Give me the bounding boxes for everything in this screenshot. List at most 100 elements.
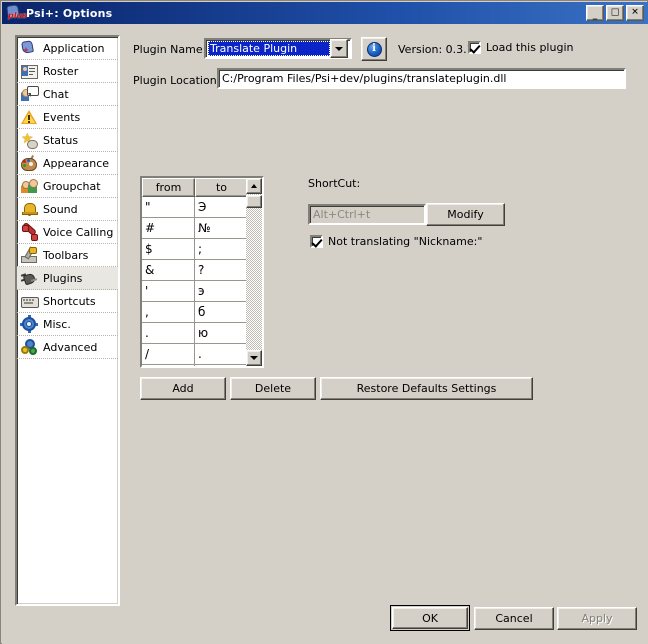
sidebar-item-chat[interactable]: Chat [17,83,118,106]
sidebar-item-plugins[interactable]: Plugins [17,267,118,290]
chevron-down-icon[interactable] [330,39,348,58]
sidebar-item-misc[interactable]: Misc. [17,313,118,336]
checkbox-box[interactable] [468,41,481,54]
sidebar-item-toolbars[interactable]: Toolbars [17,244,118,267]
cell-to[interactable]: ; [195,239,248,260]
info-circle-icon: i [366,41,382,57]
sidebar-item-label: Misc. [43,317,71,331]
sidebar-item-label: Advanced [43,340,98,354]
plugin-name-label: Plugin Name: [133,43,207,56]
close-button[interactable]: ✕ [626,5,644,21]
sidebar-item-label: Shortcuts [43,294,96,308]
scrollbar-thumb[interactable] [246,195,262,208]
plugin-info-button[interactable]: i [361,37,387,61]
scroll-down-button[interactable] [246,350,262,366]
cell-from[interactable]: , [142,302,195,323]
checkbox-box[interactable] [310,235,323,248]
sidebar-item-label: Status [43,133,79,147]
ok-button[interactable]: OK [390,605,470,631]
table-row[interactable]: / . [142,344,248,365]
sidebar-item-label: Events [43,110,81,124]
table-row[interactable]: ' э [142,281,248,302]
options-window: plus Psi+: Options _ □ ✕ + Application R… [0,0,648,644]
cell-to[interactable]: ю [195,323,248,344]
cell-from[interactable]: " [142,197,195,218]
plugin-location-input[interactable]: C:/Program Files/Psi+dev/plugins/transla… [217,68,626,89]
plugin-location-label: Plugin Location: [133,74,221,87]
sidebar-item-status[interactable]: ★ Status [17,129,118,152]
sidebar-item-advanced[interactable]: Advanced [17,336,118,359]
table-row[interactable]: & ? [142,260,248,281]
star-icon: ★ [21,132,38,149]
gear-icon [20,315,38,333]
telephone-icon [21,221,38,241]
sidebar-item-appearance[interactable]: Appearance [17,152,118,175]
cell-from[interactable]: $ [142,239,195,260]
shortcut-label: ShortCut: [308,177,361,190]
plugin-name-select[interactable]: Translate Plugin [204,38,352,59]
cell-from[interactable]: . [142,323,195,344]
cancel-button[interactable]: Cancel [474,607,554,630]
table-row[interactable]: $ ; [142,239,248,260]
cell-to[interactable]: б [195,302,248,323]
sidebar-item-label: Roster [43,64,79,78]
table-vertical-scrollbar[interactable] [246,178,262,366]
sidebar-item-label: Groupchat [43,179,101,193]
cell-from[interactable]: ' [142,281,195,302]
load-this-plugin-checkbox[interactable]: Load this plugin [468,41,573,54]
close-icon: ✕ [631,7,639,18]
scroll-up-button[interactable] [246,178,262,194]
table-row[interactable]: # № [142,218,248,239]
sidebar-item-events[interactable]: Events [17,106,118,129]
cell-to[interactable]: э [195,281,248,302]
client-area: + Application Roster Chat Events ★ Statu… [2,24,648,644]
title-bar: plus Psi+: Options _ □ ✕ [2,2,648,24]
psi-plus-icon: plus [6,4,27,21]
cell-from[interactable]: / [142,344,195,365]
table-row[interactable]: , б [142,302,248,323]
sidebar-item-roster[interactable]: Roster [17,60,118,83]
column-header-to[interactable]: to [195,178,248,197]
warning-triangle-icon [21,109,37,125]
cell-to[interactable]: . [195,344,248,365]
ok-button-label: OK [392,607,468,629]
cell-from[interactable]: & [142,260,195,281]
sidebar-item-voice-calling[interactable]: Voice Calling [17,221,118,244]
apply-button[interactable]: Apply [557,607,637,630]
palette-icon [21,155,37,171]
cell-to[interactable]: Э [195,197,248,218]
not-translating-nickname-checkbox[interactable]: Not translating "Nickname:" [310,235,482,248]
maximize-icon: □ [610,7,620,18]
minimize-button[interactable]: _ [586,5,604,21]
contact-card-icon [21,63,38,79]
sidebar-item-label: Sound [43,202,78,216]
column-header-from[interactable]: from [142,178,195,197]
table-row[interactable]: ... [142,365,248,366]
shortcut-input[interactable]: Alt+Ctrl+t [308,204,426,225]
cell-to[interactable]: ? [195,260,248,281]
table-row[interactable]: " Э [142,197,248,218]
table-row[interactable]: . ю [142,323,248,344]
wrench-icon [21,246,37,263]
plugins-settings-panel: Plugin Name: Translate Plugin i Version:… [128,35,638,606]
load-this-plugin-label: Load this plugin [486,41,574,54]
chat-bubble-icon [21,86,39,102]
cell-from[interactable]: # [142,218,195,239]
delete-button[interactable]: Delete [230,377,316,400]
sidebar-item-sound[interactable]: Sound [17,198,118,221]
gears-icon [21,339,37,355]
sidebar-item-application[interactable]: + Application [17,37,118,60]
cell-to[interactable]: ... [195,365,248,366]
sidebar-item-label: Application [43,41,105,55]
cell-from[interactable] [142,365,195,366]
sidebar-item-groupchat[interactable]: Groupchat [17,175,118,198]
cell-to[interactable]: № [195,218,248,239]
sidebar-item-shortcuts[interactable]: Shortcuts [17,290,118,313]
translation-table[interactable]: from to " Э # № $ ; & ? ' э , б . ю / . [140,176,264,368]
restore-defaults-button[interactable]: Restore Defaults Settings [320,377,533,400]
modify-shortcut-button[interactable]: Modify [426,203,505,226]
options-category-list[interactable]: + Application Roster Chat Events ★ Statu… [15,35,120,606]
add-button[interactable]: Add [140,377,226,400]
table-body[interactable]: " Э # № $ ; & ? ' э , б . ю / . [142,197,248,366]
maximize-button[interactable]: □ [606,5,624,21]
